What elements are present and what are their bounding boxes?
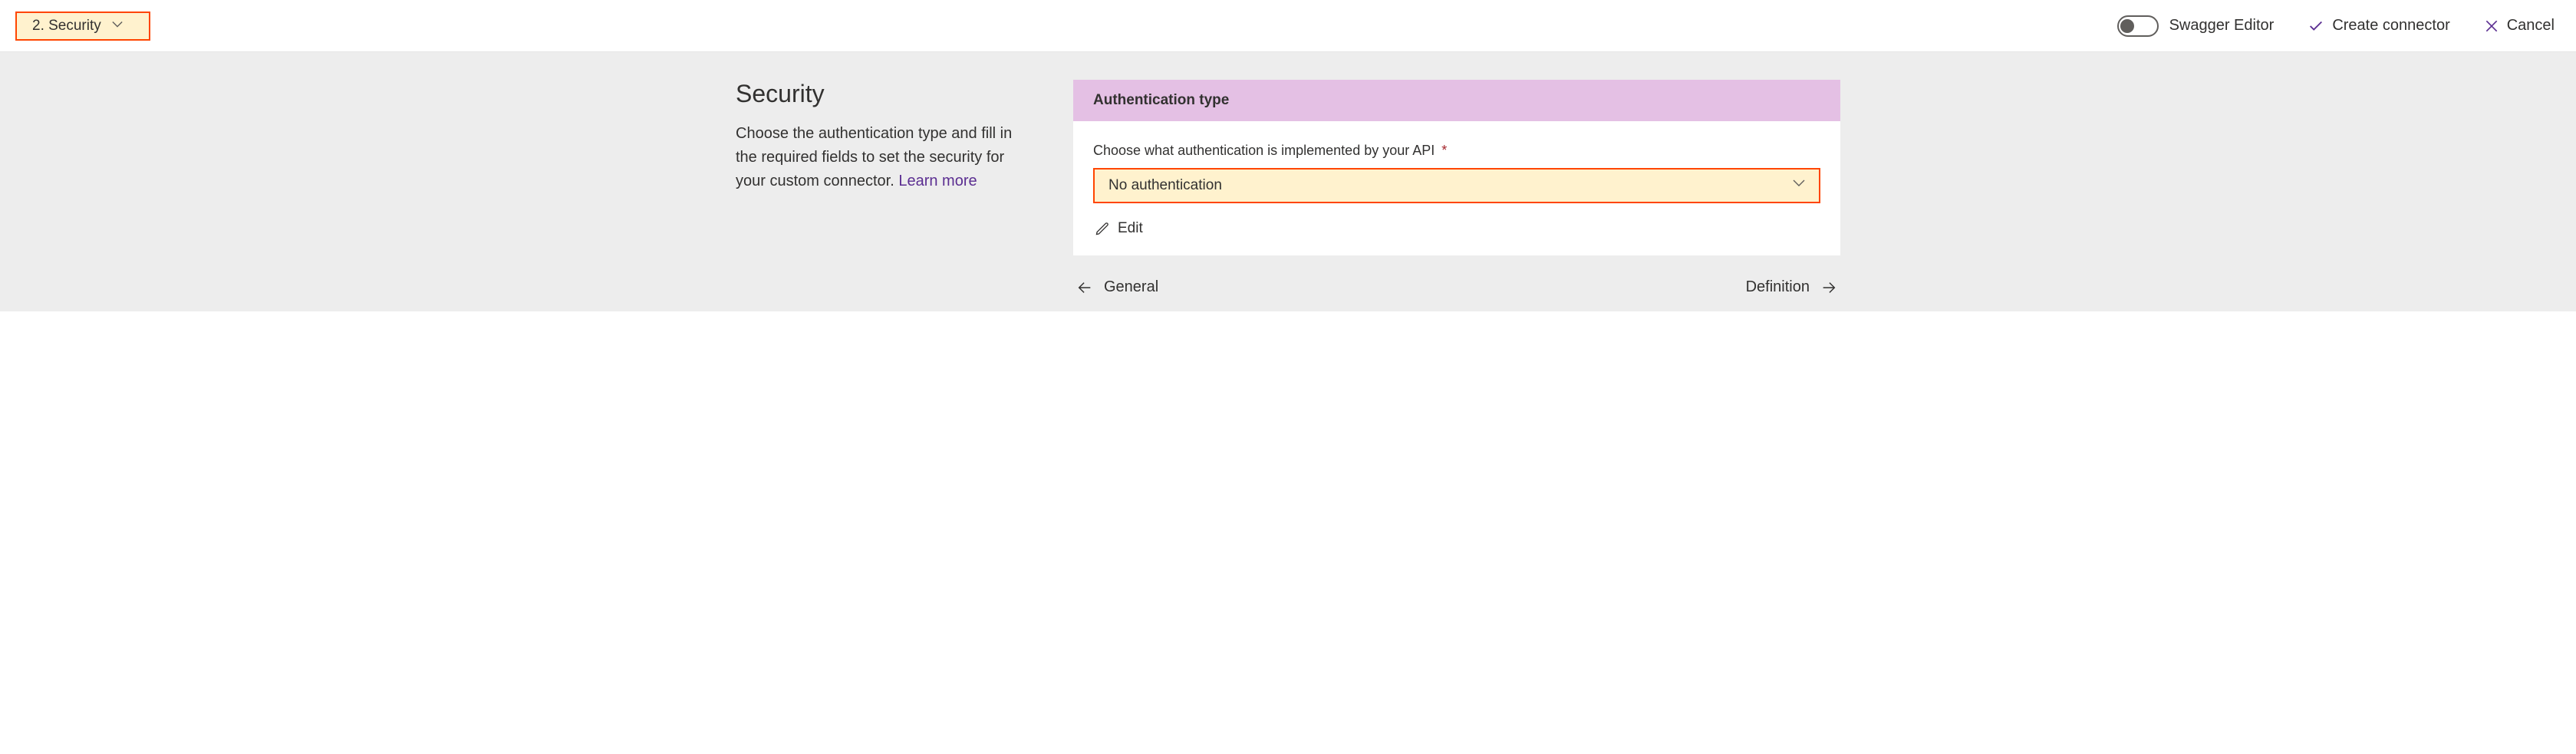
next-step-button[interactable]: Definition [1746, 278, 1837, 296]
chevron-down-icon [112, 19, 123, 32]
step-nav: General Definition [1073, 278, 1840, 296]
arrow-left-icon [1076, 279, 1093, 296]
cancel-label: Cancel [2507, 17, 2555, 35]
check-icon [2308, 18, 2324, 35]
right-column: Authentication type Choose what authenti… [1073, 80, 1840, 296]
edit-label: Edit [1118, 220, 1143, 237]
create-connector-label: Create connector [2332, 17, 2449, 35]
field-label: Choose what authentication is implemente… [1093, 143, 1820, 159]
arrow-right-icon [1820, 279, 1837, 296]
create-connector-button[interactable]: Create connector [2308, 17, 2449, 35]
required-mark: * [1441, 143, 1447, 158]
auth-type-select[interactable]: No authentication [1093, 168, 1820, 203]
prev-step-button[interactable]: General [1076, 278, 1158, 296]
learn-more-link[interactable]: Learn more [898, 173, 977, 189]
swagger-toggle-group: Swagger Editor [2117, 15, 2275, 37]
close-icon [2484, 18, 2499, 34]
step-label: 2. Security [32, 18, 101, 35]
swagger-toggle-label: Swagger Editor [2169, 17, 2275, 35]
pencil-icon [1095, 221, 1110, 236]
step-dropdown[interactable]: 2. Security [15, 12, 150, 41]
left-column: Security Choose the authentication type … [736, 80, 1027, 296]
topbar: 2. Security Swagger Editor Create connec… [0, 0, 2576, 52]
cancel-button[interactable]: Cancel [2484, 17, 2555, 35]
main-area: Security Choose the authentication type … [0, 52, 2576, 311]
next-step-label: Definition [1746, 278, 1810, 296]
card-body: Choose what authentication is implemente… [1073, 121, 1840, 255]
swagger-toggle[interactable] [2117, 15, 2159, 37]
page-title: Security [736, 80, 1027, 108]
card-header: Authentication type [1073, 80, 1840, 121]
page-description: Choose the authentication type and fill … [736, 122, 1027, 193]
prev-step-label: General [1104, 278, 1158, 296]
field-label-text: Choose what authentication is implemente… [1093, 143, 1435, 158]
content-row: Security Choose the authentication type … [705, 80, 1871, 296]
auth-card: Authentication type Choose what authenti… [1073, 80, 1840, 255]
auth-type-value: No authentication [1108, 177, 1222, 194]
top-actions: Swagger Editor Create connector Cancel [2117, 15, 2555, 37]
chevron-down-icon [1793, 177, 1805, 194]
edit-button[interactable]: Edit [1093, 217, 1145, 240]
